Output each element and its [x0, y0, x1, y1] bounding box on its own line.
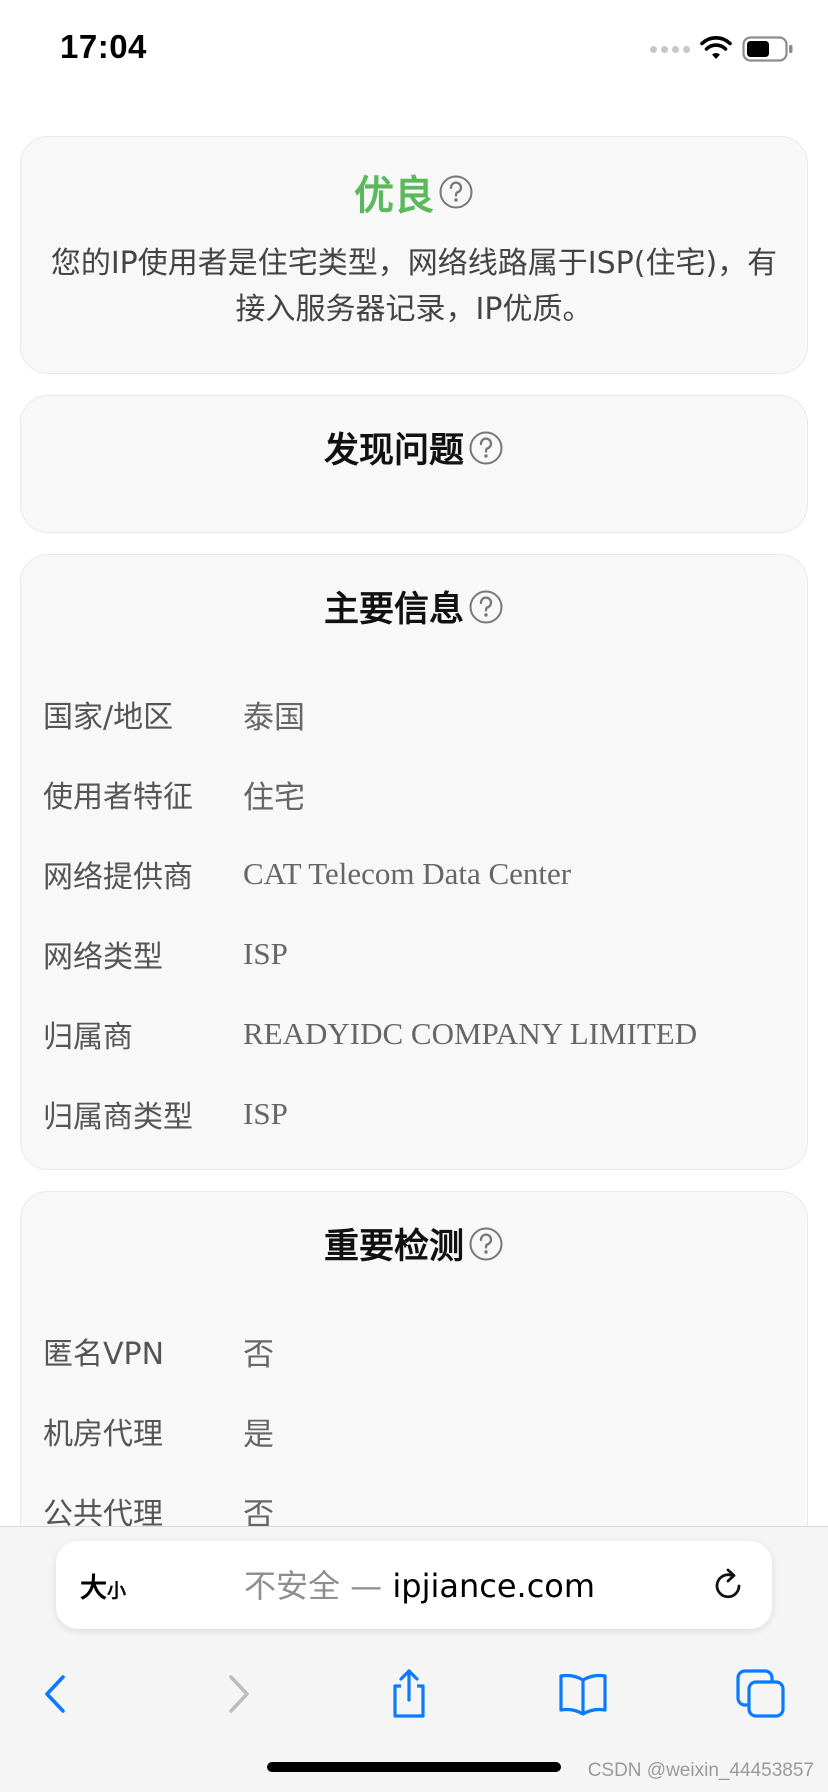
info-value: READYIDC COMPANY LIMITED: [243, 1016, 698, 1051]
info-label: 网络类型: [43, 940, 163, 975]
url-display[interactable]: 不安全 — ipjiance.com: [244, 1561, 595, 1607]
issues-card: 发现问题: [20, 395, 808, 533]
status-time: 17:04: [60, 28, 147, 65]
battery-icon: [742, 36, 793, 62]
signal-icon: [650, 45, 690, 53]
rating-title: 优良: [354, 173, 434, 219]
check-value: 是: [243, 1416, 274, 1453]
browser-bottom-bar: 大小 不安全 — ipjiance.com: [0, 1526, 828, 1792]
info-label: 归属商: [43, 1020, 133, 1055]
info-row: 归属商 READYIDC COMPANY LIMITED: [21, 994, 807, 1074]
important-checks-card: 重要检测 匿名VPN 否 机房代理 是 公共代理 否: [20, 1191, 808, 1526]
checks-heading: 重要检测: [21, 1218, 807, 1269]
check-value: 否: [243, 1336, 274, 1373]
checks-list: 匿名VPN 否 机房代理 是 公共代理 否: [21, 1311, 807, 1527]
main-info-card: 主要信息 国家/地区 泰国 使用者特征 住宅 网络提供商 CAT Telecom…: [20, 554, 808, 1170]
check-row: 公共代理 否: [21, 1471, 807, 1527]
text-size-button[interactable]: 大小: [80, 1566, 126, 1605]
issues-heading: 发现问题: [21, 422, 807, 473]
info-value: CAT Telecom Data Center: [243, 856, 572, 891]
check-row: 匿名VPN 否: [21, 1311, 807, 1391]
checks-title: 重要检测: [323, 1227, 464, 1267]
forward-icon[interactable]: [210, 1667, 264, 1721]
issues-title: 发现问题: [323, 431, 464, 471]
wifi-icon: [700, 36, 732, 59]
check-row: 机房代理 是: [21, 1391, 807, 1471]
rating-description: 您的IP使用者是住宅类型，网络线路属于ISP(住宅)，有接入服务器记录，IP优质…: [50, 246, 778, 327]
insecure-label: 不安全 —: [244, 1567, 393, 1605]
browser-toolbar: [0, 1649, 828, 1729]
bookmarks-icon[interactable]: [556, 1667, 610, 1721]
home-indicator: [267, 1762, 561, 1772]
help-icon[interactable]: [468, 430, 504, 466]
rating-card: 优良 您的IP使用者是住宅类型，网络线路属于ISP(住宅)，有接入服务器记录，I…: [20, 136, 808, 374]
page-content[interactable]: 优良 您的IP使用者是住宅类型，网络线路属于ISP(住宅)，有接入服务器记录，I…: [0, 100, 828, 1526]
info-value: ISP: [243, 1096, 288, 1131]
info-label: 国家/地区: [43, 700, 174, 735]
status-indicators: [650, 34, 794, 64]
check-label: 机房代理: [43, 1417, 163, 1452]
check-label: 公共代理: [43, 1497, 163, 1526]
tabs-icon[interactable]: [734, 1667, 788, 1721]
back-icon[interactable]: [30, 1667, 84, 1721]
address-bar[interactable]: 大小 不安全 — ipjiance.com: [56, 1541, 772, 1629]
main-info-list: 国家/地区 泰国 使用者特征 住宅 网络提供商 CAT Telecom Data…: [21, 674, 807, 1154]
text-size-small: 小: [107, 1580, 127, 1602]
main-info-heading: 主要信息: [21, 581, 807, 632]
help-icon[interactable]: [438, 174, 474, 210]
help-icon[interactable]: [468, 1226, 504, 1262]
share-icon[interactable]: [382, 1667, 436, 1721]
text-size-big: 大: [80, 1573, 107, 1604]
info-value: ISP: [243, 936, 288, 971]
check-value: 否: [243, 1496, 274, 1527]
main-info-title: 主要信息: [323, 590, 464, 630]
info-label: 使用者特征: [43, 780, 193, 815]
status-bar: 17:04: [0, 0, 828, 100]
info-row: 使用者特征 住宅: [21, 754, 807, 834]
check-label: 匿名VPN: [43, 1337, 165, 1372]
info-label: 网络提供商: [43, 860, 193, 895]
reload-icon[interactable]: [708, 1565, 748, 1605]
url-domain: ipjiance.com: [392, 1567, 596, 1605]
info-row: 网络类型 ISP: [21, 914, 807, 994]
help-icon[interactable]: [468, 589, 504, 625]
info-row: 国家/地区 泰国: [21, 674, 807, 754]
watermark: CSDN @weixin_44453857: [587, 1760, 814, 1781]
info-row: 网络提供商 CAT Telecom Data Center: [21, 834, 807, 914]
rating-heading: 优良: [21, 163, 807, 221]
info-value: 泰国: [243, 699, 305, 736]
info-value: 住宅: [243, 779, 305, 816]
info-label: 归属商类型: [43, 1100, 193, 1135]
info-row: 归属商类型 ISP: [21, 1074, 807, 1154]
